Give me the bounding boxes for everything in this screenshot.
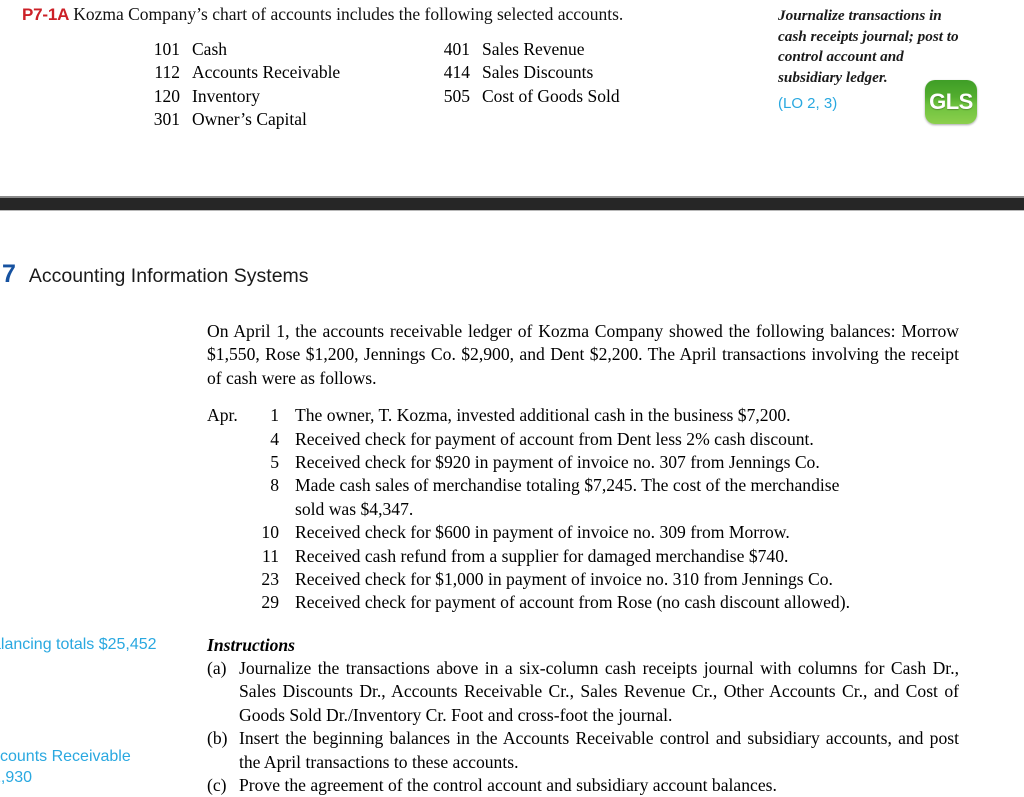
transaction-description-continued: sold was $4,347. xyxy=(295,498,414,519)
problem-header: P7-1A Kozma Company’s chart of accounts … xyxy=(22,4,752,25)
gls-logo-icon: GLS xyxy=(925,80,977,124)
transaction-day: 4 xyxy=(270,428,279,449)
account-number: 301 xyxy=(153,108,180,129)
transaction-description: Made cash sales of merchandise totaling … xyxy=(295,475,840,496)
transaction-day: 8 xyxy=(270,475,279,496)
instruction-item: (a) Journalize the transactions above in… xyxy=(207,657,959,727)
account-row: 414 Sales Discounts xyxy=(430,61,620,84)
side-note-line: ccounts Receivable xyxy=(0,748,131,765)
transaction-row: Apr. 1 The owner, T. Kozma, invested add… xyxy=(207,404,959,427)
transaction-day: 11 xyxy=(262,545,279,566)
transaction-description: Received check for payment of account fr… xyxy=(295,592,850,613)
transaction-description: Received check for $600 in payment of in… xyxy=(295,522,790,543)
accounts-column-left: 101 Cash 112 Accounts Receivable 120 Inv… xyxy=(140,38,430,131)
transaction-row: 29 Received check for payment of account… xyxy=(207,591,959,614)
transaction-description: Received cash refund from a supplier for… xyxy=(295,545,789,566)
transaction-day: 29 xyxy=(261,592,279,613)
problem-id-label: P7-1A xyxy=(22,5,70,24)
transaction-month-spacer xyxy=(207,451,245,474)
transaction-row: 5 Received check for $920 in payment of … xyxy=(207,451,959,474)
side-note-line: alancing totals $25,452 xyxy=(0,636,157,653)
account-row: 101 Cash xyxy=(140,38,430,61)
transaction-description: Received check for payment of account fr… xyxy=(295,428,814,449)
instruction-label: (c) xyxy=(207,774,227,795)
instruction-label: (a) xyxy=(207,657,227,678)
account-name: Sales Discounts xyxy=(482,62,594,83)
instruction-text: Journalize the transactions above in a s… xyxy=(239,657,959,725)
account-row: 120 Inventory xyxy=(140,85,430,108)
body-column: On April 1, the accounts receivable ledg… xyxy=(207,320,959,797)
account-row: 301 Owner’s Capital xyxy=(140,108,430,131)
account-name: Sales Revenue xyxy=(482,39,585,59)
side-note-balancing-totals: alancing totals $25,452 xyxy=(0,634,157,655)
instruction-item: (c) Prove the agreement of the control a… xyxy=(207,774,959,797)
transaction-month: Apr. xyxy=(207,405,238,426)
instruction-label: (b) xyxy=(207,728,228,749)
transaction-row: 4 Received check for payment of account … xyxy=(207,428,959,451)
account-number: 120 xyxy=(153,85,180,106)
transaction-month-spacer xyxy=(207,545,245,568)
account-number: 505 xyxy=(443,85,470,106)
transaction-month-spacer xyxy=(207,591,245,614)
transaction-row: 11 Received cash refund from a supplier … xyxy=(207,545,959,568)
margin-note-text: Journalize transactions in cash receipts… xyxy=(778,7,959,86)
transaction-day: 10 xyxy=(261,522,279,543)
gls-logo-label: GLS xyxy=(929,89,973,114)
account-number: 101 xyxy=(153,39,180,59)
account-number: 112 xyxy=(154,62,180,83)
transaction-month-spacer xyxy=(207,568,245,591)
account-row: 401 Sales Revenue xyxy=(430,38,620,61)
chapter-title: Accounting Information Systems xyxy=(28,265,309,287)
account-row: 505 Cost of Goods Sold xyxy=(430,85,620,108)
account-name: Cost of Goods Sold xyxy=(482,85,620,106)
instruction-text: Insert the beginning balances in the Acc… xyxy=(239,728,959,772)
transaction-month-spacer xyxy=(207,428,245,451)
account-name: Accounts Receivable xyxy=(192,62,341,83)
transaction-row: 8 Made cash sales of merchandise totalin… xyxy=(207,474,959,497)
transaction-month-spacer xyxy=(207,474,245,497)
account-name: Owner’s Capital xyxy=(192,108,307,129)
account-number: 414 xyxy=(443,62,470,83)
transactions-list: Apr. 1 The owner, T. Kozma, invested add… xyxy=(207,404,959,615)
instructions-heading: Instructions xyxy=(207,634,296,655)
side-note-accounts-receivable: ccounts Receivable 1,930 xyxy=(0,746,131,788)
accounts-column-right: 401 Sales Revenue 414 Sales Discounts 50… xyxy=(430,38,620,131)
transaction-row: 23 Received check for $1,000 in payment … xyxy=(207,568,959,591)
account-row: 112 Accounts Receivable xyxy=(140,61,430,84)
transaction-day: 23 xyxy=(261,569,279,590)
side-note-line: 1,930 xyxy=(0,769,33,786)
instruction-text: Prove the agreement of the control accou… xyxy=(239,774,777,795)
account-number: 401 xyxy=(443,39,470,59)
transaction-month-spacer xyxy=(207,521,245,544)
chart-of-accounts-list: 101 Cash 112 Accounts Receivable 120 Inv… xyxy=(140,38,780,131)
account-name: Cash xyxy=(192,39,227,59)
account-name: Inventory xyxy=(192,85,261,106)
chapter-number: 7 xyxy=(2,260,16,288)
page-divider-bar xyxy=(0,196,1024,211)
opening-paragraph: On April 1, the accounts receivable ledg… xyxy=(207,321,959,388)
instruction-item: (b) Insert the beginning balances in the… xyxy=(207,727,959,774)
transaction-day: 1 xyxy=(270,405,279,426)
problem-intro-text: Kozma Company’s chart of accounts includ… xyxy=(73,4,624,24)
transaction-description: The owner, T. Kozma, invested additional… xyxy=(295,405,791,426)
transaction-description: Received check for $920 in payment of in… xyxy=(295,452,820,473)
transaction-description: Received check for $1,000 in payment of … xyxy=(295,569,833,590)
running-head: 7 Accounting Information Systems xyxy=(2,260,309,289)
transaction-day: 5 xyxy=(270,452,279,473)
transaction-row: 10 Received check for $600 in payment of… xyxy=(207,521,959,544)
